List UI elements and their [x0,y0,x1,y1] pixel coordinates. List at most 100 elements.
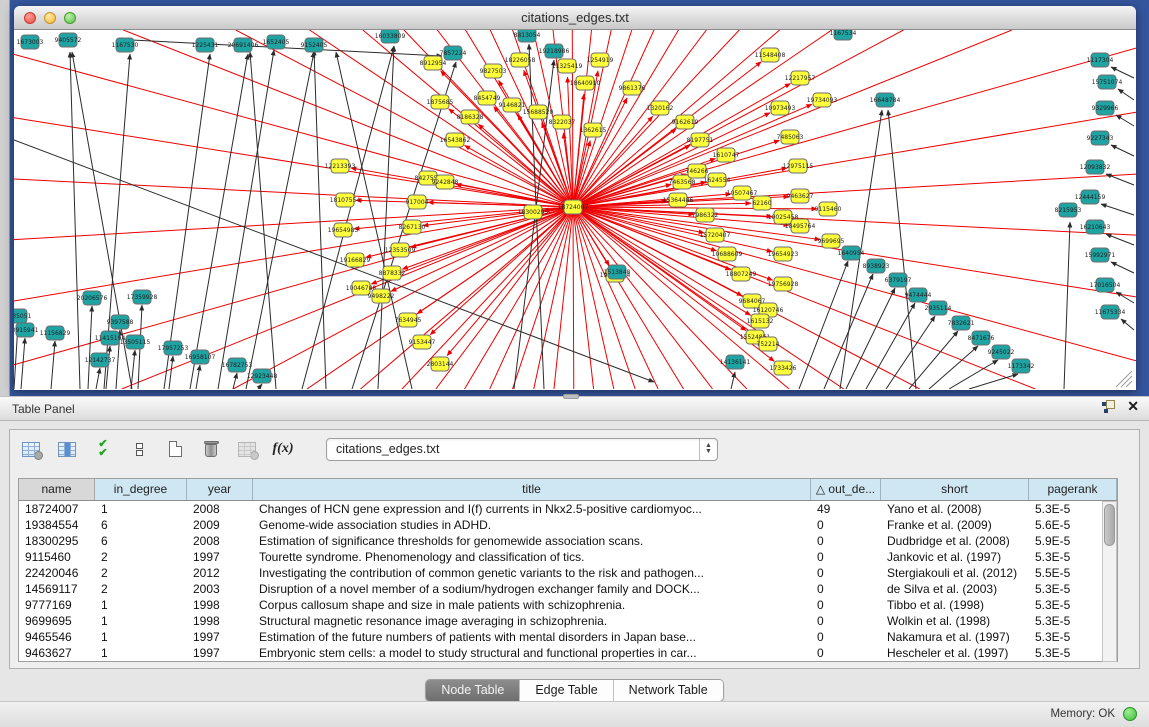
graph-node[interactable]: 12093832 [1080,160,1111,174]
resize-grip-icon[interactable] [1126,381,1132,387]
graph-node[interactable]: 8186328 [457,110,484,124]
column-header-title[interactable]: title [253,479,811,500]
graph-node[interactable]: 12444159 [1075,190,1106,204]
graph-node[interactable]: 9245022 [988,345,1015,359]
table-selector-combobox[interactable]: citations_edges.txt ▲▼ [326,438,718,461]
graph-node[interactable]: 9146821 [499,98,526,112]
graph-node[interactable]: 8471676 [968,331,995,345]
table-row[interactable]: 969969511998Structural magnetic resonanc… [19,613,1117,629]
window-titlebar[interactable]: citations_edges.txt [14,6,1136,30]
graph-node[interactable]: 1673003 [17,35,44,49]
table-row[interactable]: 977716911998Corpus callosum shape and si… [19,597,1117,613]
graph-node[interactable]: 18226058 [505,53,536,67]
graph-node[interactable]: 20691406 [228,38,259,52]
graph-node[interactable]: 9498222 [368,289,395,303]
graph-node[interactable]: 20206576 [77,291,108,305]
graph-node[interactable]: 19218986 [539,44,570,58]
graph-node[interactable]: 746266 [686,164,709,178]
graph-node[interactable]: 9699695 [818,234,845,248]
graph-node[interactable]: 1254919 [587,53,614,67]
graph-node[interactable]: 14136141 [720,355,751,369]
graph-node[interactable]: 8215953 [1055,203,1082,217]
tab-network-table[interactable]: Network Table [614,680,723,701]
graph-node[interactable]: 1733426 [770,361,797,375]
graph-node[interactable]: 18300295 [518,205,549,219]
graph-node[interactable]: 16782753 [222,358,253,372]
delete-table-icon[interactable] [236,438,258,460]
graph-node[interactable]: 12353509 [385,243,416,257]
graph-node[interactable]: 9827503 [480,64,507,78]
graph-node[interactable]: 8878332 [379,266,406,280]
function-builder-icon[interactable]: f(x) [272,438,294,460]
graph-node[interactable]: 1167534 [830,30,857,40]
graph-node[interactable]: 9474444 [905,288,932,302]
row-height-icon[interactable] [128,438,150,460]
new-column-icon[interactable] [164,438,186,460]
graph-node[interactable]: 15688520 [523,105,554,119]
graph-node[interactable]: 11548408 [755,48,786,62]
tab-node-table[interactable]: Node Table [426,680,520,701]
graph-node[interactable]: 9115460 [815,202,842,216]
graph-node[interactable]: 12217957 [785,71,816,85]
table-row[interactable]: 1456911722003Disruption of a novel membe… [19,581,1117,597]
table-vertical-scrollbar[interactable] [1102,501,1117,662]
graph-node[interactable]: 12923448 [247,369,278,383]
graph-node[interactable]: 7634945 [395,313,422,327]
graph-node[interactable]: 1225431 [192,38,219,52]
graph-node[interactable]: 1875685 [427,95,454,109]
graph-node[interactable]: 1173342 [1008,359,1035,373]
column-header-year[interactable]: year [187,479,253,500]
graph-node[interactable]: 2935114 [925,301,952,315]
graph-node[interactable]: 1117304 [1087,53,1114,67]
float-panel-icon[interactable] [1102,400,1115,413]
graph-node[interactable]: 8912954 [420,56,447,70]
graph-node[interactable]: 16033809 [375,30,406,43]
column-visibility-icon[interactable] [56,438,78,460]
graph-node[interactable]: 15720407 [700,228,731,242]
graph-node[interactable]: 17957253 [158,341,189,355]
table-row[interactable]: 946362711997Embryonic stem cells: a mode… [19,645,1117,661]
graph-node[interactable]: 1610747 [713,148,740,162]
graph-node[interactable]: 10688609 [712,247,743,261]
graph-node[interactable]: 1935051 [14,309,32,323]
graph-node[interactable]: 2803144 [427,357,454,371]
graph-node[interactable]: 11675334 [1095,305,1126,319]
graph-node[interactable]: 9463627 [787,189,814,203]
graph-node[interactable]: 9242848 [432,175,459,189]
graph-node[interactable]: 9397588 [107,315,134,329]
graph-node[interactable]: 1640954 [838,246,865,260]
graph-node[interactable]: 8938923 [863,259,890,273]
table-panel-titlebar[interactable]: Table Panel ✕ [0,396,1149,421]
graph-node[interactable]: 15992971 [1085,248,1116,262]
delete-column-icon[interactable] [200,438,222,460]
graph-node[interactable]: 16648784 [870,93,901,107]
graph-node[interactable]: 17359928 [127,290,158,304]
table-row[interactable]: 2242004622012Investigating the contribut… [19,565,1117,581]
graph-node[interactable]: 7832621 [948,316,975,330]
graph-node[interactable]: 15751074 [1092,75,1123,89]
graph-node[interactable]: 9162619 [672,115,699,129]
column-header-name[interactable]: name [19,479,95,500]
network-canvas[interactable]: 1221339318107554196549831916682910046788… [14,30,1136,389]
graph-node[interactable]: 1652405 [263,35,290,49]
graph-node[interactable]: 917004 [406,195,429,209]
table-settings-icon[interactable] [20,438,42,460]
graph-node[interactable]: 19756928 [768,277,799,291]
graph-node[interactable]: 7857224 [440,46,467,60]
graph-node[interactable]: 6379197 [885,273,912,287]
tab-edge-table[interactable]: Edge Table [520,680,613,701]
graph-node[interactable]: 1624554 [704,173,731,187]
graph-node[interactable]: 8322037 [549,115,576,129]
graph-node[interactable]: 16210643 [1080,220,1111,234]
table-row[interactable]: 911546021997Tourette syndrome. Phenomeno… [19,549,1117,565]
graph-node[interactable]: 1362615 [580,123,607,137]
graph-node[interactable]: 8813054 [514,30,541,42]
network-view-window[interactable]: citations_edges.txt 12213393181075541965… [14,6,1136,390]
close-panel-icon[interactable]: ✕ [1127,400,1139,413]
column-header-pagerank[interactable]: pagerank [1029,479,1117,500]
graph-node[interactable]: 9153447 [409,335,436,349]
graph-node[interactable]: 8454749 [474,91,501,105]
resize-grip-icon[interactable] [1121,376,1132,387]
graph-node[interactable]: 19654983 [328,223,359,237]
splitter-handle[interactable] [563,394,579,399]
